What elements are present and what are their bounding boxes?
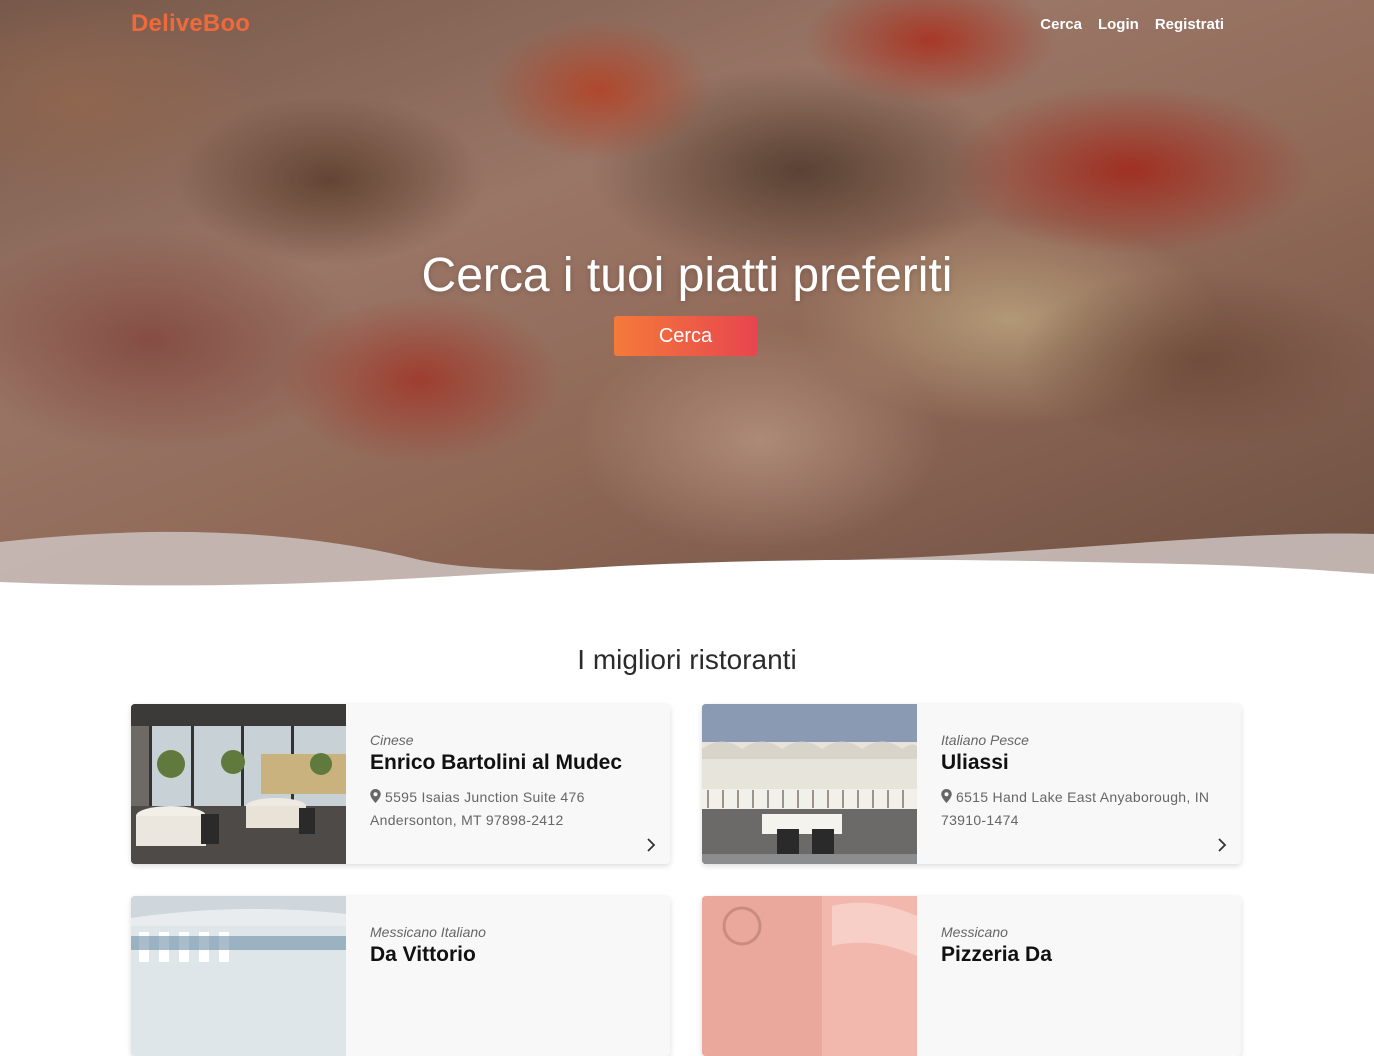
- restaurant-address-text: 5595 Isaias Junction Suite 476 Andersont…: [370, 789, 585, 828]
- restaurant-card[interactable]: Cinese Enrico Bartolini al Mudec 5595 Is…: [131, 704, 670, 864]
- restaurant-name: Pizzeria Da: [941, 943, 1052, 966]
- nav-link-login[interactable]: Login: [1098, 16, 1139, 33]
- restaurant-image: [702, 896, 917, 1056]
- restaurant-address: 6515 Hand Lake East Anyaborough, IN 7391…: [941, 786, 1221, 832]
- restaurant-address: 5595 Isaias Junction Suite 476 Andersont…: [370, 786, 650, 832]
- top-navbar: DeliveBoo Cerca Login Registrati: [0, 0, 1374, 50]
- restaurant-image: [702, 704, 917, 864]
- nav-link-registrati[interactable]: Registrati: [1155, 16, 1224, 33]
- hero-wave-divider: [0, 531, 1374, 590]
- restaurant-name: Enrico Bartolini al Mudec: [370, 751, 623, 774]
- restaurant-card[interactable]: Italiano Pesce Uliassi 6515 Hand Lake Ea…: [702, 704, 1241, 864]
- map-pin-icon: [941, 789, 952, 803]
- nav-links: Cerca Login Registrati: [1040, 16, 1224, 33]
- restaurant-card[interactable]: Messicano Italiano Da Vittorio: [131, 896, 670, 1056]
- restaurant-category: Italiano Pesce: [941, 732, 1029, 748]
- section-title: I migliori ristoranti: [577, 644, 797, 675]
- restaurant-category: Cinese: [370, 732, 414, 748]
- hero-title: Cerca i tuoi piatti preferiti: [421, 249, 953, 302]
- map-pin-icon: [370, 789, 381, 803]
- restaurant-category: Messicano: [941, 924, 1008, 940]
- nav-link-cerca[interactable]: Cerca: [1040, 16, 1082, 33]
- restaurant-address-text: 6515 Hand Lake East Anyaborough, IN 7391…: [941, 789, 1210, 828]
- restaurant-category: Messicano Italiano: [370, 924, 486, 940]
- chevron-right-icon[interactable]: [1217, 837, 1227, 853]
- restaurant-image: [131, 896, 346, 1056]
- restaurant-image: [131, 704, 346, 864]
- restaurant-name: Da Vittorio: [370, 943, 476, 966]
- brand-logo[interactable]: DeliveBoo: [131, 10, 250, 38]
- restaurant-name: Uliassi: [941, 751, 1009, 774]
- chevron-right-icon[interactable]: [646, 837, 656, 853]
- hero-search-button[interactable]: Cerca: [614, 316, 757, 356]
- restaurant-card[interactable]: Messicano Pizzeria Da: [702, 896, 1241, 1056]
